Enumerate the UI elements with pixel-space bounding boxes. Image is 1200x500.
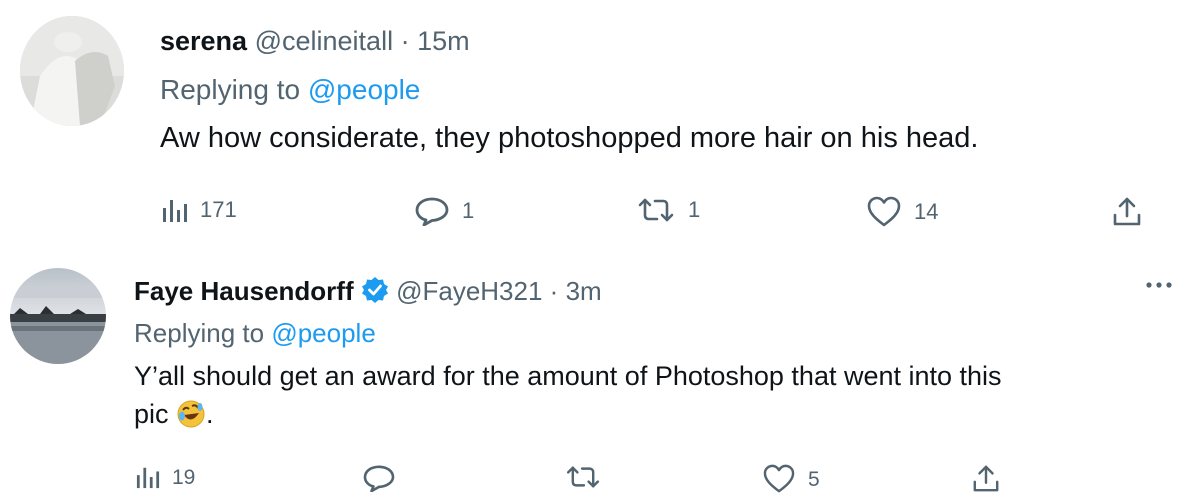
retweet-button[interactable] bbox=[564, 464, 602, 490]
replying-to: Replying to @people bbox=[134, 320, 376, 346]
bar-chart-icon bbox=[162, 196, 188, 224]
reply-button[interactable]: 1 bbox=[414, 196, 474, 226]
avatar[interactable] bbox=[10, 268, 106, 364]
separator: · bbox=[400, 26, 410, 56]
retweet-icon bbox=[636, 196, 676, 224]
views-button[interactable]: 19 bbox=[136, 464, 195, 490]
heart-icon bbox=[762, 464, 796, 494]
views-button[interactable]: 171 bbox=[162, 196, 237, 224]
rolling-laughing-emoji-icon bbox=[176, 399, 206, 440]
reply-button[interactable] bbox=[362, 464, 396, 492]
share-button[interactable] bbox=[1112, 196, 1142, 228]
speech-bubble-icon bbox=[414, 196, 450, 226]
display-name[interactable]: serena bbox=[160, 26, 247, 56]
separator: · bbox=[549, 276, 559, 306]
share-icon bbox=[1112, 196, 1142, 228]
retweet-icon bbox=[564, 464, 602, 490]
display-name[interactable]: Faye Hausendorff bbox=[134, 276, 354, 306]
tweet-text-part: pic bbox=[134, 398, 169, 429]
reply-tweet[interactable]: serena @celineitall · 15m Replying to @p… bbox=[0, 0, 1200, 258]
share-icon bbox=[972, 464, 1000, 494]
like-button[interactable]: 5 bbox=[762, 464, 820, 494]
speech-bubble-icon bbox=[362, 464, 396, 492]
tweet-text-line: pic . bbox=[134, 396, 1174, 440]
replying-prefix: Replying to bbox=[134, 318, 265, 348]
replies-thread: serena @celineitall · 15m Replying to @p… bbox=[0, 0, 1200, 500]
replying-prefix: Replying to bbox=[160, 74, 301, 105]
more-options-button[interactable] bbox=[1144, 270, 1174, 300]
tweet-text-line: Y’all should get an award for the amount… bbox=[134, 361, 1002, 391]
like-count: 5 bbox=[808, 467, 820, 491]
like-button[interactable]: 14 bbox=[866, 196, 938, 228]
tweet-text: Y’all should get an award for the amount… bbox=[134, 358, 1174, 440]
user-handle[interactable]: @celineitall bbox=[255, 26, 393, 56]
reply-count: 1 bbox=[462, 198, 475, 223]
mention-link[interactable]: @people bbox=[271, 318, 375, 348]
timestamp[interactable]: 3m bbox=[566, 276, 602, 306]
avatar[interactable] bbox=[20, 16, 124, 126]
mention-link[interactable]: @people bbox=[308, 74, 421, 105]
verified-badge-icon bbox=[361, 276, 396, 306]
retweet-button[interactable]: 1 bbox=[636, 196, 700, 224]
replying-to: Replying to @people bbox=[160, 76, 420, 104]
share-button[interactable] bbox=[972, 464, 1000, 494]
user-handle[interactable]: @FayeH321 bbox=[396, 276, 542, 306]
tweet-text-part: . bbox=[206, 398, 214, 429]
like-count: 14 bbox=[914, 199, 939, 224]
heart-icon bbox=[866, 196, 902, 228]
retweet-count: 1 bbox=[688, 197, 701, 222]
bar-chart-icon bbox=[136, 464, 160, 490]
views-count: 19 bbox=[172, 465, 196, 489]
more-dots-icon bbox=[1144, 270, 1174, 300]
views-count: 171 bbox=[200, 197, 237, 222]
reply-tweet[interactable]: Faye Hausendorff @FayeH321 · 3m Replying… bbox=[0, 258, 1200, 500]
timestamp[interactable]: 15m bbox=[417, 26, 470, 56]
tweet-text: Aw how considerate, they photoshopped mo… bbox=[160, 122, 979, 154]
